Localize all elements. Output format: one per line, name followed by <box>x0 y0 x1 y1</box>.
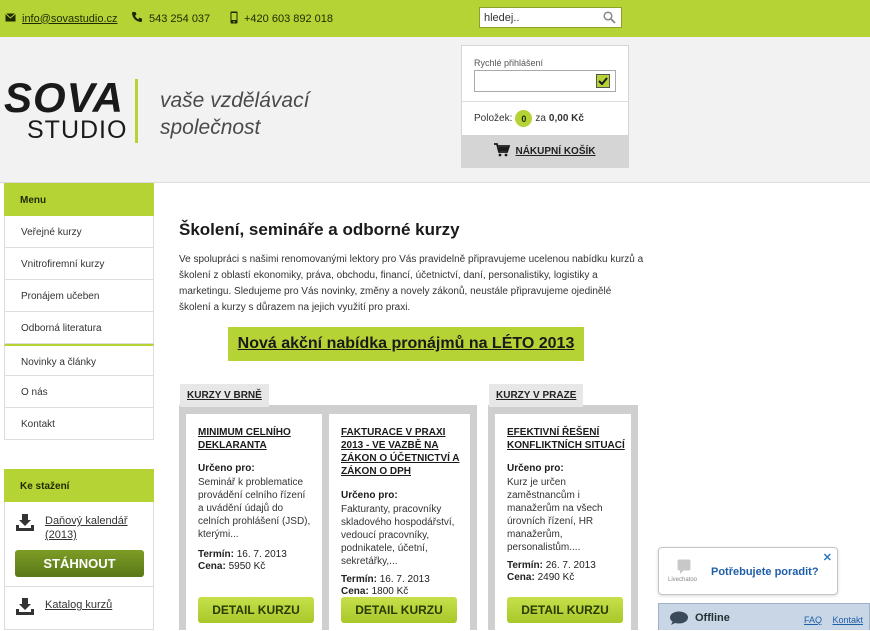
tab-courses-brno-label: KURZY V BRNĚ <box>187 390 262 401</box>
course-term: Termín: 16. 7. 2013 <box>198 549 287 560</box>
page-title: Školení, semináře a odborné kurzy <box>179 220 460 239</box>
chat-invite-bubble[interactable]: ✕ Livechatoo Potřebujete poradit? <box>658 547 838 595</box>
cart-items-label: Položek: <box>474 113 513 124</box>
menu-title: Menu <box>4 183 154 216</box>
search-box <box>479 7 622 28</box>
check-icon <box>598 77 608 85</box>
chat-status: Offline <box>695 612 730 624</box>
phone-icon <box>131 11 143 26</box>
course-title[interactable]: EFEKTIVNÍ ŘEŠENÍ KONFLIKTNÍCH SITUACÍ <box>507 426 629 452</box>
tab-courses-praha-label: KURZY V PRAZE <box>496 390 577 401</box>
course-card: EFEKTIVNÍ ŘEŠENÍ KONFLIKTNÍCH SITUACÍ Ur… <box>495 414 631 630</box>
download-link-catalog[interactable]: Katalog kurzů <box>45 598 112 612</box>
tab-courses-praha[interactable]: KURZY V PRAZE <box>489 384 584 407</box>
chat-bubble-icon <box>669 611 689 631</box>
tab-courses-brno[interactable]: KURZY V BRNĚ <box>180 384 269 407</box>
course-target-label: Určeno pro: <box>341 490 398 501</box>
mail-icon <box>5 12 16 25</box>
chat-question: Potřebujete poradit? <box>711 566 819 578</box>
chat-links: FAQ Kontakt <box>796 615 863 625</box>
logo[interactable]: SOVA STUDIO <box>4 74 128 144</box>
close-icon[interactable]: ✕ <box>823 551 832 564</box>
course-target-label: Určeno pro: <box>198 463 255 474</box>
cart-total: 0,00 Kč <box>548 113 584 124</box>
promo-banner[interactable]: Nová akční nabídka pronájmů na LÉTO 2013 <box>228 327 584 361</box>
slogan: vaše vzdělávací společnost <box>160 87 309 141</box>
course-term: Termín: 16. 7. 2013 <box>341 574 430 585</box>
login-separator <box>462 101 628 102</box>
course-card: FAKTURACE V PRAXI 2013 - VE VAZBĚ NA ZÁK… <box>329 414 470 630</box>
contact-mobile: +420 603 892 018 <box>230 0 333 37</box>
course-detail-button[interactable]: DETAIL KURZU <box>341 597 457 623</box>
sidebar-menu: Menu Veřejné kurzy Vnitrofiremní kurzy P… <box>4 183 154 440</box>
download-link-tax-calendar[interactable]: Daňový kalendář (2013) <box>45 514 135 542</box>
login-submit-button[interactable] <box>596 74 610 88</box>
quick-login-box: Rychlé přihlášení Položek: 0 za 0,00 Kč … <box>461 45 629 168</box>
quick-login-label: Rychlé přihlášení <box>474 58 544 68</box>
course-title[interactable]: MINIMUM CELNÍHO DEKLARANTA <box>198 426 320 452</box>
logo-main: SOVA <box>4 74 124 121</box>
course-detail-button[interactable]: DETAIL KURZU <box>198 597 314 623</box>
course-description: Seminář k problematice provádění celního… <box>198 477 311 540</box>
phone-number: 543 254 037 <box>149 12 211 25</box>
sidebar-item-contact[interactable]: Kontakt <box>4 408 154 440</box>
slogan-line-2: společnost <box>160 116 261 139</box>
email-link[interactable]: info@sovastudio.cz <box>22 13 118 25</box>
cart-button-label: NÁKUPNÍ KOŠÍK <box>515 145 596 157</box>
chat-faq-link[interactable]: FAQ <box>804 615 822 625</box>
sidebar-item-literature[interactable]: Odborná literatura <box>4 312 154 344</box>
course-term: Termín: 26. 7. 2013 <box>507 560 596 571</box>
search-icon[interactable] <box>603 11 616 29</box>
chat-bar[interactable]: Offline FAQ Kontakt <box>658 603 870 630</box>
header: SOVA STUDIO vaše vzdělávací společnost R… <box>0 37 870 183</box>
sidebar-item-public-courses[interactable]: Veřejné kurzy <box>4 216 154 248</box>
search-input[interactable] <box>480 8 595 28</box>
downloads-box: Daňový kalendář (2013) STÁHNOUT Katalog … <box>4 502 154 630</box>
download-item-catalog[interactable]: Katalog kurzů <box>15 598 112 621</box>
chat-contact-link[interactable]: Kontakt <box>832 615 863 625</box>
mobile-icon <box>230 11 238 27</box>
download-item-tax-calendar[interactable]: Daňový kalendář (2013) <box>15 514 135 542</box>
contact-email[interactable]: info@sovastudio.cz <box>5 0 118 37</box>
intro-text: Ve spolupráci s našimi renomovanými lekt… <box>179 254 644 313</box>
logo-sub: STUDIO <box>27 116 128 144</box>
header-divider <box>135 79 138 143</box>
cart-total-prefix: za <box>535 113 546 124</box>
mobile-number: +420 603 892 018 <box>244 12 334 25</box>
course-description: Kurz je určen zaměstnancům i manažerům n… <box>507 477 603 553</box>
course-price: Cena: 2490 Kč <box>507 572 575 583</box>
cart-button[interactable]: NÁKUPNÍ KOŠÍK <box>462 135 628 167</box>
downloads-separator <box>5 586 153 587</box>
chat-brand-label: Livechatoo <box>668 577 698 583</box>
course-description: Fakturanty, pracovníky skladového hospod… <box>341 504 455 567</box>
cart-count-badge: 0 <box>515 110 533 127</box>
course-target-label: Určeno pro: <box>507 463 564 474</box>
contact-phone: 543 254 037 <box>131 0 210 37</box>
slogan-line-1: vaše vzdělávací <box>160 89 310 112</box>
download-button[interactable]: STÁHNOUT <box>15 550 144 577</box>
download-icon <box>15 514 35 537</box>
course-title[interactable]: FAKTURACE V PRAXI 2013 - VE VAZBĚ NA ZÁK… <box>341 426 463 478</box>
course-detail-button[interactable]: DETAIL KURZU <box>507 597 623 623</box>
course-price: Cena: 5950 Kč <box>198 561 266 572</box>
quick-login-field[interactable] <box>474 70 616 92</box>
sidebar-item-inhouse-courses[interactable]: Vnitrofiremní kurzy <box>4 248 154 280</box>
download-icon <box>15 598 35 621</box>
sidebar-item-classroom-rental[interactable]: Pronájem učeben <box>4 280 154 312</box>
downloads-title: Ke stažení <box>4 469 154 502</box>
course-card: MINIMUM CELNÍHO DEKLARANTA Určeno pro: S… <box>186 414 322 630</box>
sidebar-item-about[interactable]: O nás <box>4 376 154 408</box>
sidebar-item-news[interactable]: Novinky a články <box>4 344 154 376</box>
cart-icon <box>494 142 511 160</box>
cart-summary: Položek: 0 za 0,00 Kč <box>474 110 584 127</box>
top-bar: info@sovastudio.cz 543 254 037 +420 603 … <box>0 0 870 37</box>
